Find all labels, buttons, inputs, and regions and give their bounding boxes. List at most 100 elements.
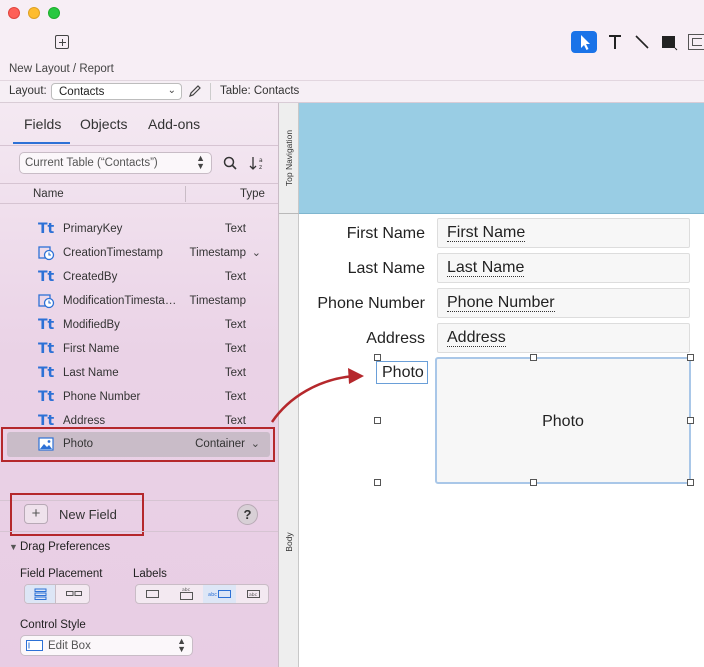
field-name: CreationTimestamp	[63, 247, 163, 259]
field-row[interactable]: Tt Phone Number Text	[0, 385, 278, 409]
field-list-header: Name Type	[0, 183, 278, 204]
control-style-select[interactable]: Edit Box ▲ ▼	[20, 635, 193, 656]
close-window-button[interactable]	[8, 7, 20, 19]
field-value: Phone Number	[447, 294, 555, 312]
selection-handle[interactable]	[374, 354, 381, 361]
text-field-icon: Tt	[38, 365, 55, 381]
field-row[interactable]: Tt PrimaryKey Text	[0, 217, 278, 241]
field-tool-icon[interactable]	[688, 34, 704, 50]
field-label-photo[interactable]: Photo	[376, 361, 428, 384]
field-name: ModifiedBy	[63, 319, 120, 331]
chevron-down-icon[interactable]: ⌄	[252, 246, 261, 259]
photo-container-field[interactable]: Photo	[435, 357, 691, 484]
fields-panel: Fields Objects Add-ons Current Table (“C…	[0, 103, 279, 667]
control-style-label: Control Style	[20, 619, 86, 631]
label-above-icon[interactable]: abc	[180, 586, 194, 601]
top-navigation-part[interactable]	[299, 103, 704, 214]
minimize-window-button[interactable]	[28, 7, 40, 19]
field-type: Text	[224, 391, 246, 403]
field-type: Text	[224, 319, 246, 331]
text-field-icon: Tt	[38, 317, 55, 333]
field-row[interactable]: Tt Last Name Text	[0, 361, 278, 385]
chevron-down-icon[interactable]: ⌄	[251, 437, 260, 450]
pointer-tool-button[interactable]	[571, 31, 597, 53]
selection-handle[interactable]	[530, 479, 537, 486]
timestamp-field-icon	[38, 246, 55, 261]
field-name: Last Name	[63, 367, 119, 379]
layout-bar: Layout: Contacts ⌄ Table: Contacts	[0, 80, 704, 103]
tab-addons[interactable]: Add-ons	[148, 116, 200, 132]
part-label-body[interactable]: Body	[284, 520, 294, 564]
field-type: Timestamp	[189, 295, 246, 307]
photo-label-text: Photo	[382, 364, 424, 381]
field-label-address[interactable]: Address	[366, 330, 425, 348]
field-row[interactable]: ModificationTimesta… Timestamp	[0, 289, 278, 313]
horizontal-stack-icon[interactable]	[66, 591, 82, 597]
field-row-selected[interactable]: Photo Container ⌄	[7, 432, 270, 457]
no-label-icon[interactable]	[146, 590, 160, 599]
table-label: Table: Contacts	[220, 85, 300, 97]
active-tab-indicator	[13, 142, 70, 144]
field-address[interactable]: Address	[437, 323, 690, 353]
field-placement-control[interactable]	[24, 584, 90, 604]
field-row[interactable]: Tt ModifiedBy Text	[0, 313, 278, 337]
zoom-window-button[interactable]	[48, 7, 60, 19]
new-field-label[interactable]: New Field	[59, 507, 117, 522]
disclosure-triangle-icon[interactable]: ▼	[9, 542, 18, 552]
field-type: Text	[224, 223, 246, 235]
help-button[interactable]: ?	[237, 504, 258, 525]
sort-icon[interactable]: az	[248, 154, 270, 172]
rectangle-tool-button[interactable]	[658, 31, 680, 53]
field-row[interactable]: Tt First Name Text	[0, 337, 278, 361]
field-name: Photo	[63, 438, 94, 450]
photo-container-text: Photo	[542, 413, 584, 430]
field-first-name[interactable]: First Name	[437, 218, 690, 248]
selection-handle[interactable]	[530, 354, 537, 361]
layout-select[interactable]: Contacts ⌄	[51, 83, 182, 100]
selection-handle[interactable]	[687, 354, 694, 361]
new-layout-icon[interactable]	[55, 35, 69, 49]
field-phone-number[interactable]: Phone Number	[437, 288, 690, 318]
selection-handle[interactable]	[687, 417, 694, 424]
field-row[interactable]: CreationTimestamp Timestamp ⌄	[0, 241, 278, 265]
field-value: Last Name	[447, 259, 525, 277]
field-row[interactable]: Tt CreatedBy Text	[0, 265, 278, 289]
divider	[0, 531, 278, 532]
table-selector[interactable]: Current Table (“Contacts”) ▲ ▼	[19, 152, 212, 174]
divider	[185, 186, 186, 202]
pencil-icon[interactable]	[188, 84, 202, 98]
tab-fields[interactable]: Fields	[24, 116, 61, 132]
column-type-header[interactable]: Type	[240, 188, 265, 200]
chevron-down-icon: ⌄	[167, 85, 176, 96]
line-tool-icon	[635, 35, 649, 49]
label-left-option[interactable]: abc	[203, 585, 236, 603]
tab-objects[interactable]: Objects	[80, 116, 127, 132]
column-name-header[interactable]: Name	[33, 188, 64, 200]
drag-preferences-label: Drag Preferences	[20, 541, 111, 553]
label-inside-icon[interactable]: abc	[247, 590, 261, 599]
text-field-icon: Tt	[38, 221, 55, 237]
add-field-button[interactable]: +	[24, 504, 48, 524]
vertical-placement-option[interactable]	[25, 585, 56, 603]
svg-text:abc: abc	[249, 592, 258, 598]
layout-select-value: Contacts	[59, 86, 105, 98]
field-label-phone-number[interactable]: Phone Number	[317, 295, 425, 313]
part-label-top-navigation[interactable]: Top Navigation	[284, 126, 294, 190]
field-name: Phone Number	[63, 391, 141, 403]
timestamp-field-icon	[38, 294, 55, 309]
field-label-last-name[interactable]: Last Name	[348, 260, 425, 278]
labels-control[interactable]: abc abc abc	[135, 584, 269, 604]
field-last-name[interactable]: Last Name	[437, 253, 690, 283]
text-tool-button[interactable]	[604, 31, 626, 53]
selection-handle[interactable]	[687, 479, 694, 486]
field-label-first-name[interactable]: First Name	[347, 225, 425, 243]
selection-handle[interactable]	[374, 479, 381, 486]
field-type: Text	[224, 343, 246, 355]
label-left-icon: abc	[208, 590, 231, 598]
field-type: Text	[224, 367, 246, 379]
search-icon[interactable]	[222, 155, 238, 171]
field-type: Timestamp	[189, 247, 246, 259]
selection-handle[interactable]	[374, 417, 381, 424]
field-type: Text	[224, 415, 246, 427]
line-tool-button[interactable]	[631, 31, 653, 53]
